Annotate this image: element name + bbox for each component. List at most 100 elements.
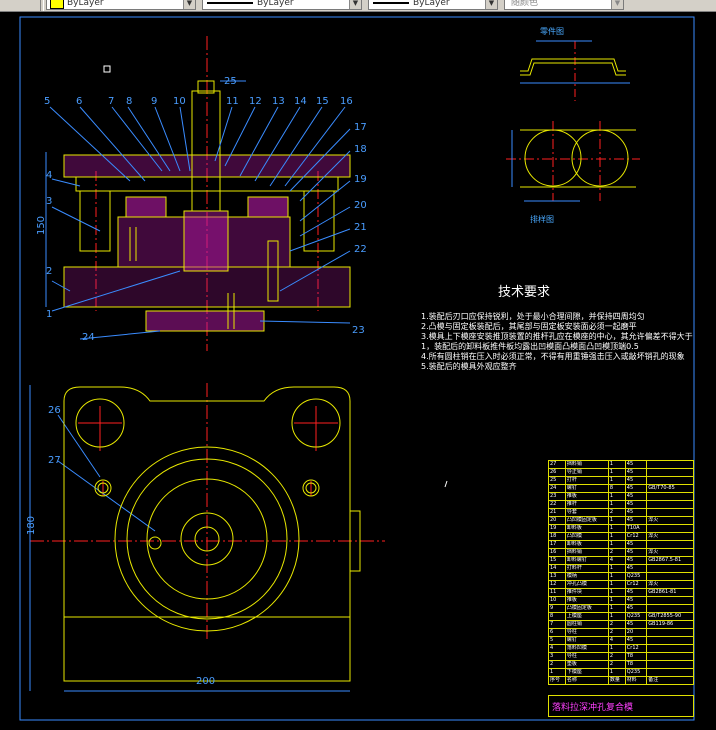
bom-cell: Q235 [624, 668, 648, 677]
bom-cell: 25 [548, 476, 566, 485]
tech-requirements-list: 1.装配后刃口应保持锐利，处于最小合理间隙，并保持四周均匀 2.凸模与固定板装配… [421, 312, 693, 372]
part-number: 13 [272, 96, 285, 107]
bom-cell: Q235 [624, 572, 648, 581]
bom-cell: 落料凹模 [564, 644, 609, 653]
bom-cell: 2 [607, 660, 626, 669]
bom-cell: 推件块 [564, 588, 609, 597]
bom-cell: Q235 [624, 612, 648, 621]
part-number: 5 [44, 96, 51, 107]
tech-note: 2.凸模与固定板装配后，其尾部与固定板安装面必须一起磨平 [421, 322, 637, 331]
bom-cell: 1 [607, 612, 626, 621]
bom-cell [646, 468, 694, 477]
part-number: 8 [126, 96, 133, 107]
bom-cell: 上模座 [564, 612, 609, 621]
bom-cell: 45 [624, 508, 648, 517]
bom-cell: 导柱 [564, 652, 609, 661]
bom-cell: 45 [624, 476, 648, 485]
part-number: 27 [48, 455, 61, 466]
bom-row: 24 螺钉 8 45 GB/T70-85 [548, 484, 694, 493]
blank-drawing-label: 排样图 [530, 215, 554, 224]
chevron-down-icon[interactable]: ▼ [349, 0, 361, 9]
part-number: 25 [224, 76, 237, 87]
tech-note: 5.装配后的模具外观应整齐 [421, 362, 517, 371]
bom-cell: 19 [548, 524, 566, 533]
tech-note: 3.模具上下模座安装推顶装置的推杆孔应在模座的中心，其允许偏差不得大于1，装配后… [421, 332, 693, 351]
bom-cell: 下模座 [564, 668, 609, 677]
bom-row: 16 挡料销 2 45 淬火 [548, 548, 694, 557]
bom-cell: 卸料板 [564, 540, 609, 549]
tech-note: 4.所有圆柱销在压入时必须正常，不得有用重锤强击压入或敲坏销孔的现象 [421, 352, 685, 361]
bom-cell: 6 [548, 628, 566, 637]
dimension-height: 150 [36, 215, 48, 236]
dimension-height2: 180 [26, 515, 38, 536]
tech-note: 1.装配后刃口应保持锐利，处于最小合理间隙，并保持四周均匀 [421, 312, 645, 321]
bom-cell: 45 [624, 604, 648, 613]
color-value: ByLayer [67, 0, 104, 8]
bom-cell [646, 476, 694, 485]
bom-cell [646, 492, 694, 501]
bom-cell: 1 [607, 524, 626, 533]
part-number: 15 [316, 96, 329, 107]
title-block: 落料拉深冲孔复合模 [548, 695, 694, 717]
bom-header-cell: 数量 [607, 676, 626, 685]
bom-cell: 1 [607, 460, 626, 469]
bom-cell: 1 [607, 476, 626, 485]
bom-cell: 4 [607, 636, 626, 645]
bom-cell: 1 [607, 564, 626, 573]
bom-cell: 4 [607, 556, 626, 565]
bom-cell [646, 524, 694, 533]
color-combo[interactable]: ByLayer ▼ [46, 0, 196, 10]
bom-cell: 14 [548, 564, 566, 573]
bom-cell: 20 [548, 516, 566, 525]
bom-row: 20 凸凹模固定板 1 45 淬火 [548, 516, 694, 525]
bom-row: 22 推杆 1 45 [548, 500, 694, 509]
tech-requirements-title: 技术要求 [498, 285, 551, 300]
bom-cell [646, 644, 694, 653]
bom-cell: 2 [607, 508, 626, 517]
bom-cell: 卸料板 [564, 524, 609, 533]
bom-cell: 7 [548, 620, 566, 629]
chevron-down-icon[interactable]: ▼ [611, 0, 623, 9]
bom-cell: 45 [624, 636, 648, 645]
bom-cell: 卸料螺钉 [564, 556, 609, 565]
linetype-combo[interactable]: ByLayer ▼ [202, 0, 362, 10]
chevron-down-icon[interactable]: ▼ [183, 0, 195, 9]
bom-row: 21 导套 2 45 [548, 508, 694, 517]
toolbar-separator [40, 0, 44, 11]
bom-cell: GB/T70-85 [646, 484, 694, 493]
bom-cell: 23 [548, 492, 566, 501]
bom-row: 9 凸模固定板 1 45 [548, 604, 694, 613]
bom-row: 26 导正销 1 45 [548, 468, 694, 477]
bom-cell: 27 [548, 460, 566, 469]
bom-cell: 45 [624, 556, 648, 565]
bom-cell: 2 [548, 660, 566, 669]
bom-cell: 15 [548, 556, 566, 565]
part-number: 14 [294, 96, 307, 107]
bom-cell: 45 [624, 588, 648, 597]
lineweight-combo[interactable]: ByLayer ▼ [368, 0, 498, 10]
bom-cell [646, 500, 694, 509]
chevron-down-icon[interactable]: ▼ [485, 0, 497, 9]
pickbox-icon [103, 65, 111, 73]
bom-cell: 淬火 [646, 548, 694, 557]
bom-cell: 垫板 [564, 660, 609, 669]
bom-cell: 3 [548, 652, 566, 661]
part-number: 3 [46, 196, 53, 207]
bom-cell: 45 [624, 500, 648, 509]
bom-cell: 4 [548, 644, 566, 653]
part-number: 26 [48, 405, 61, 416]
bom-cell: 45 [624, 564, 648, 573]
bom-row: 23 推板 1 45 [548, 492, 694, 501]
part-number: 11 [226, 96, 239, 107]
bom-cell: 1 [607, 580, 626, 589]
bom-cell: 45 [624, 516, 648, 525]
bom-cell: 冲孔凸模 [564, 580, 609, 589]
drawing-title: 落料拉深冲孔复合模 [552, 703, 634, 713]
bom-cell: 2 [607, 620, 626, 629]
plotstyle-combo[interactable]: 随颜色 ▼ [504, 0, 624, 10]
bom-cell: 1 [607, 492, 626, 501]
bom-cell: 20 [624, 628, 648, 637]
bom-cell: 12 [548, 580, 566, 589]
part-number: 20 [354, 200, 367, 211]
bom-cell [646, 668, 694, 677]
